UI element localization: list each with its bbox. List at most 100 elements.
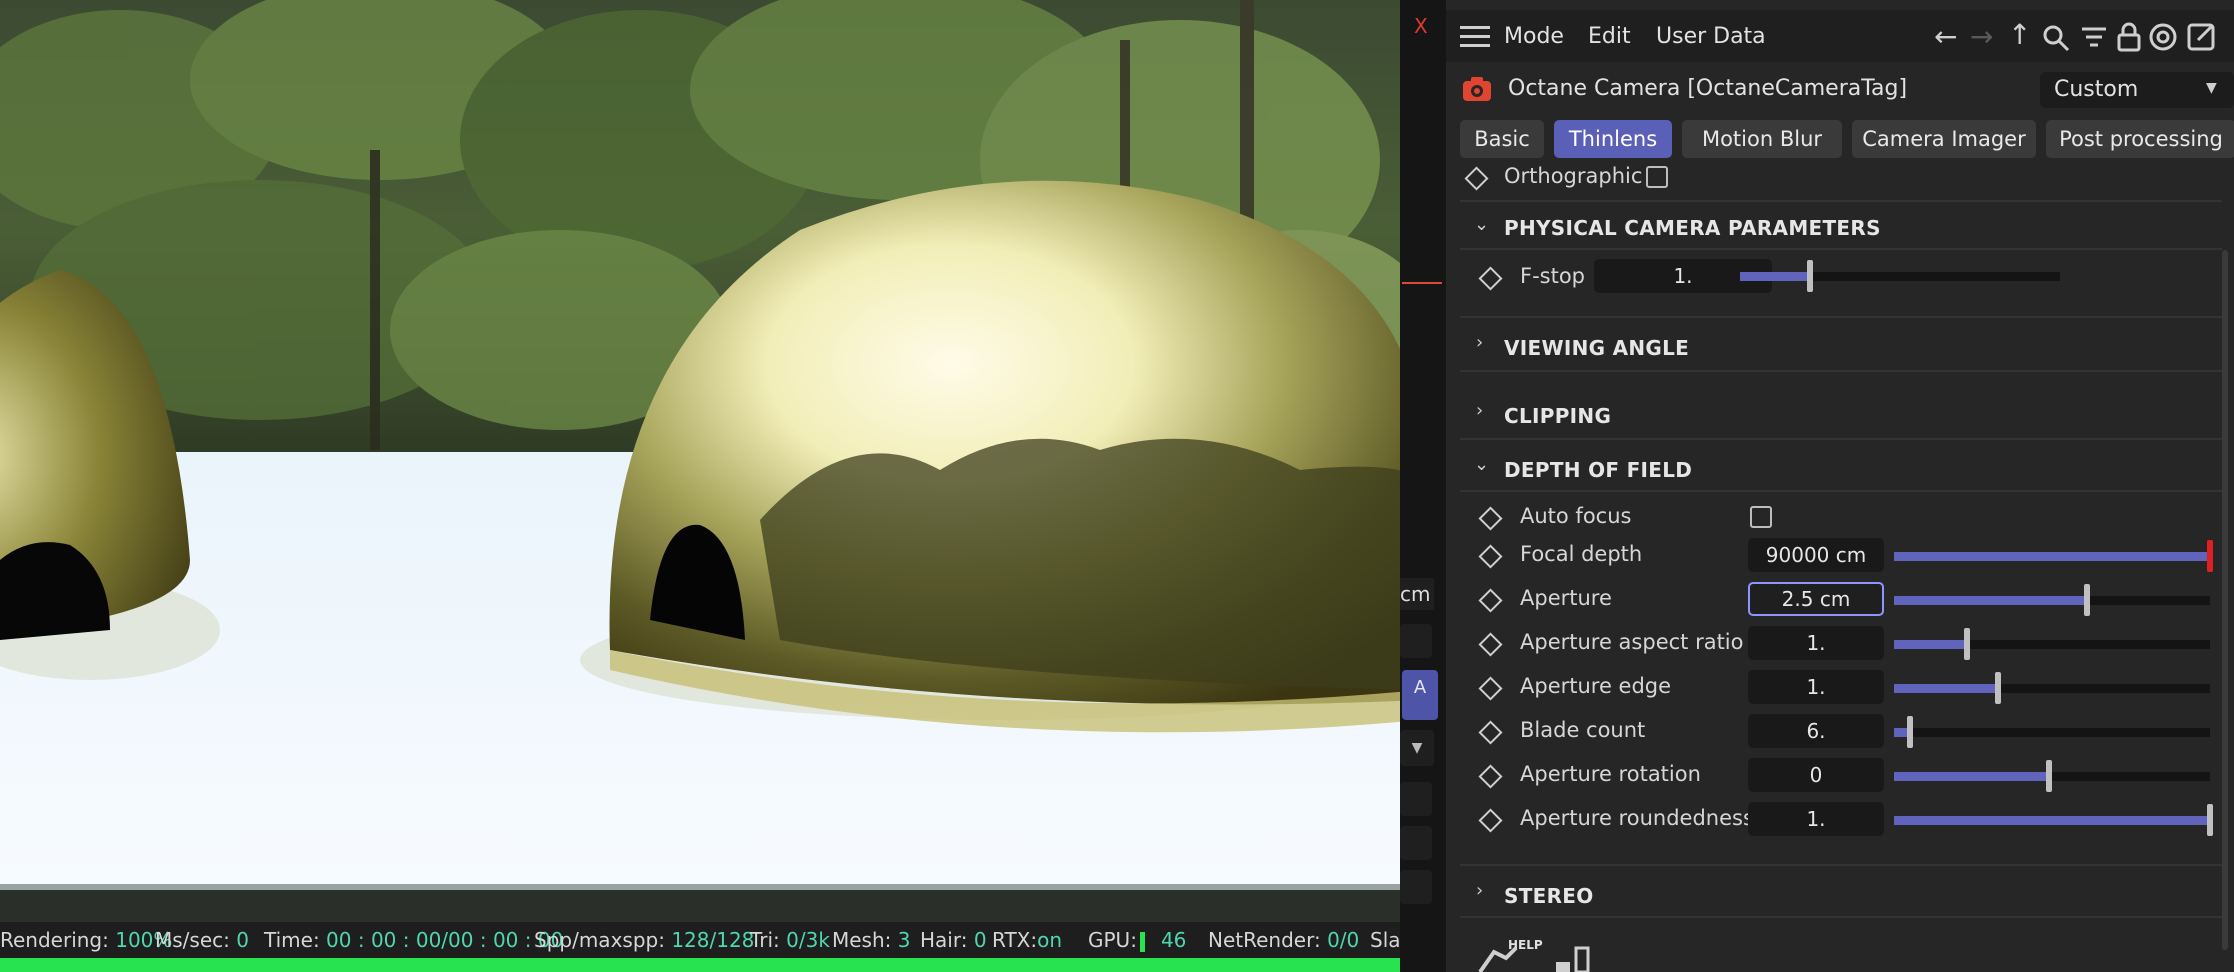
dof-param-label: Focal depth [1520,542,1643,566]
chevron-down-icon[interactable]: ⌄ [1474,454,1489,475]
spp-label: Spp/maxspp: [534,928,665,952]
slider-knob[interactable] [2207,540,2213,572]
keyframe-diamond-icon[interactable] [1478,588,1503,613]
keyframe-diamond-icon[interactable] [1478,720,1503,745]
attribute-manager: Mode Edit User Data ← → ↑ Octane Camera … [1446,0,2234,972]
lock-icon[interactable] [2116,22,2142,52]
slider-knob[interactable] [2045,760,2052,792]
help-cursor-icon[interactable] [1476,944,1616,972]
slider-knob[interactable] [1963,628,1970,660]
tab-basic[interactable]: Basic [1460,120,1544,158]
slider-knob[interactable] [1807,260,1814,292]
dof-param-field[interactable]: 1. [1748,626,1884,660]
slider-fill [1894,552,2210,561]
dof-param-label: Aperture [1520,586,1612,610]
chevron-down-icon: ▼ [2206,80,2217,96]
hair-value: 0 [973,928,987,952]
auto-focus-checkbox[interactable] [1750,506,1772,528]
arrow-left-icon[interactable]: ← [1934,20,1957,53]
menu-mode[interactable]: Mode [1504,24,1564,49]
dof-param-label: Aperture rotation [1520,762,1701,786]
search-icon[interactable] [2042,24,2070,52]
section-stereo[interactable]: STEREO [1504,884,1594,908]
dof-param-slider[interactable] [1894,628,2210,660]
arrow-up-icon[interactable]: ↑ [2008,18,2031,51]
keyframe-diamond-icon[interactable] [1478,544,1503,569]
divider [1460,916,2222,918]
new-window-icon[interactable] [2186,22,2216,52]
netrender-label: NetRender: [1208,928,1321,952]
section-clipping[interactable]: CLIPPING [1504,404,1611,428]
keyframe-diamond-icon[interactable] [1478,266,1503,291]
side-field[interactable] [1400,782,1432,816]
section-physical-camera[interactable]: PHYSICAL CAMERA PARAMETERS [1504,216,1881,240]
slider-knob[interactable] [2083,584,2090,616]
spp-value: 128/128 [671,928,755,952]
divider [1460,490,2222,492]
menu-user-data[interactable]: User Data [1656,24,1766,49]
keyframe-diamond-icon[interactable] [1478,808,1503,833]
dof-param-field[interactable]: 2.5 cm [1748,582,1884,616]
mssec-value: 0 [236,928,249,952]
render-viewport[interactable]: Rendering: 100% Ms/sec: 0 Time: 00 : 00 … [0,0,1400,972]
dof-param-slider[interactable] [1894,716,2210,748]
dof-param-field[interactable]: 1. [1748,670,1884,704]
time-value: 00 : 00 : 00/00 : 00 : 00 [326,928,564,952]
tab-camera-imager[interactable]: Camera Imager [1852,120,2036,158]
rtx-label: RTX: [992,928,1038,952]
keyframe-diamond-icon[interactable] [1478,632,1503,657]
dof-param-slider[interactable] [1894,760,2210,792]
chevron-right-icon[interactable]: › [1476,332,1483,353]
arrow-right-icon[interactable]: → [1970,20,1993,53]
side-field[interactable] [1400,870,1432,904]
slider-knob[interactable] [2207,804,2213,836]
chevron-right-icon[interactable]: › [1476,400,1483,421]
slider-fill [1894,816,2210,825]
dof-param-slider[interactable] [1894,540,2213,572]
fstop-slider[interactable] [1740,260,2060,292]
mesh-value: 3 [897,928,911,952]
dof-param-field[interactable]: 6. [1748,714,1884,748]
slider-knob[interactable] [1995,672,2002,704]
dof-param-field[interactable]: 0 [1748,758,1884,792]
dof-param-field[interactable]: 1. [1748,802,1884,836]
hamburger-menu-icon[interactable] [1460,26,1490,48]
slider-fill [1740,272,1811,281]
tab-motion-blur[interactable]: Motion Blur [1682,120,1842,158]
target-icon[interactable] [2148,22,2178,52]
side-field[interactable] [1400,624,1432,658]
tab-thinlens[interactable]: Thinlens [1554,120,1672,158]
dof-param-slider[interactable] [1894,672,2210,704]
keyframe-diamond-icon[interactable] [1464,166,1489,191]
dof-param-slider[interactable] [1894,584,2210,616]
side-close-marker[interactable]: X [1414,14,1428,38]
dof-param-label: Blade count [1520,718,1646,742]
mesh-label: Mesh: [832,928,892,952]
keyframe-diamond-icon[interactable] [1478,506,1503,531]
side-dropdown[interactable]: ▼ [1400,730,1434,766]
divider [1460,370,2222,372]
preset-dropdown[interactable]: Custom ▼ [2040,72,2234,108]
keyframe-diamond-icon[interactable] [1478,764,1503,789]
divider [1460,200,2222,202]
slider-knob[interactable] [1906,716,1913,748]
section-viewing-angle[interactable]: VIEWING ANGLE [1504,336,1689,360]
hair-label: Hair: [920,928,968,952]
tri-value: 0/3k [786,928,830,952]
chevron-down-icon[interactable]: ⌄ [1474,214,1489,235]
menu-edit[interactable]: Edit [1588,24,1631,49]
side-a-button[interactable]: A [1402,670,1438,720]
arrow-right-icon [1402,282,1442,284]
chevron-right-icon[interactable]: › [1476,880,1483,901]
filter-icon[interactable] [2080,24,2108,52]
side-field[interactable] [1400,826,1432,860]
dof-param-field[interactable]: 90000 cm [1748,538,1884,572]
tab-post-processing[interactable]: Post processing [2046,120,2234,158]
orthographic-label: Orthographic [1504,164,1643,188]
dof-param-slider[interactable] [1894,804,2213,836]
orthographic-checkbox[interactable] [1646,166,1668,188]
keyframe-diamond-icon[interactable] [1478,676,1503,701]
section-depth-of-field[interactable]: DEPTH OF FIELD [1504,458,1692,482]
scrollbar[interactable] [2222,250,2228,950]
slider-fill [1894,772,2049,781]
